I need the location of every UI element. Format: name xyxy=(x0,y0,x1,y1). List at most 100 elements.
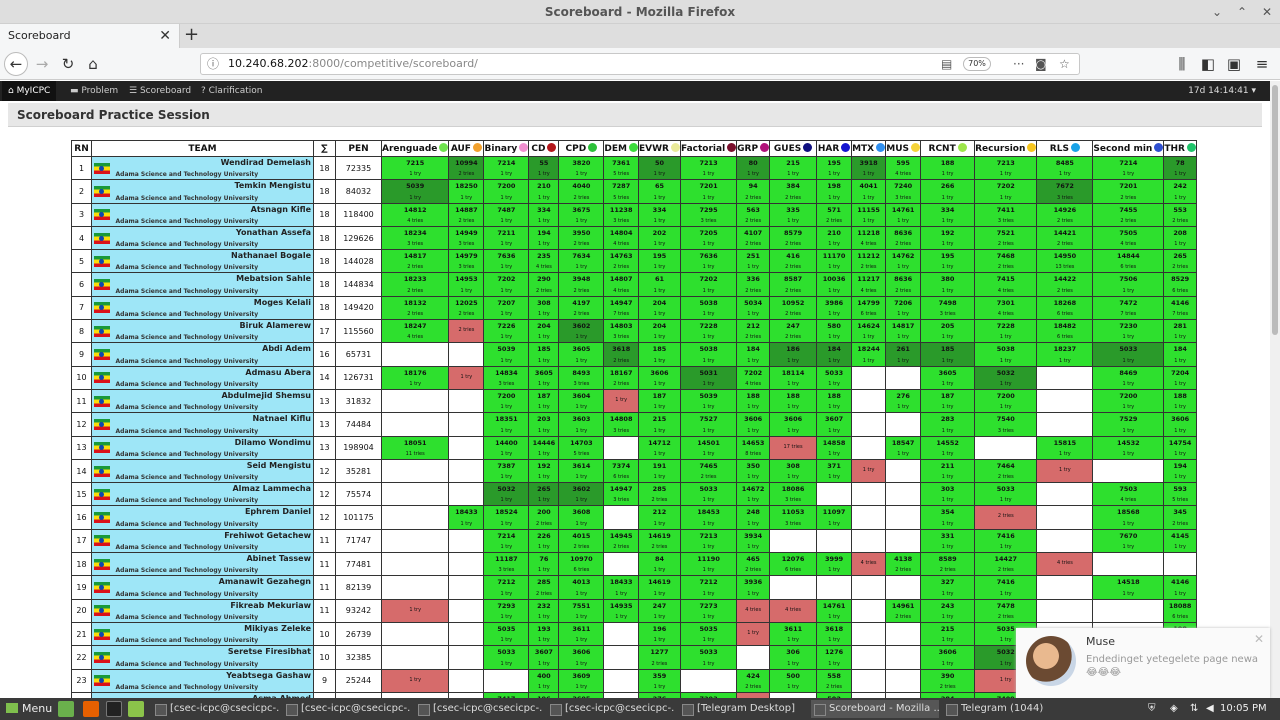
close-tab-icon[interactable]: ✕ xyxy=(159,24,171,48)
nav-scoreboard[interactable]: ☰ Scoreboard xyxy=(129,81,191,101)
team-cell[interactable]: Abinet Tassew Adama Science and Technolog… xyxy=(111,552,314,577)
taskbar-task[interactable]: [csec-icpc@csecicpc-... xyxy=(152,700,280,718)
hamburger-menu-icon[interactable]: ≡ xyxy=(1250,52,1274,76)
sidebar-icon[interactable]: ◧ xyxy=(1196,52,1220,76)
solve-time: 3986 xyxy=(825,298,844,307)
scrollbar-thumb[interactable] xyxy=(1272,85,1278,335)
team-cell[interactable]: Abdulmejid Shemsu Adama Science and Techn… xyxy=(111,388,314,414)
back-icon[interactable]: ← xyxy=(4,52,28,76)
penalty-cell: 77481 xyxy=(335,552,382,577)
home-icon[interactable]: ⌂ xyxy=(81,52,105,76)
header-problem[interactable]: HAR xyxy=(816,140,853,157)
url-bar[interactable]: ⓘ 10.240.68.202:8000/competitive/scorebo… xyxy=(200,53,1080,75)
attempt-count: 2 tries xyxy=(1120,194,1137,201)
team-cell[interactable]: Ephrem Daniel Adama Science and Technolog… xyxy=(111,505,314,530)
forward-icon[interactable]: → xyxy=(30,52,54,76)
solve-time: 187 xyxy=(940,391,955,400)
screenshot-icon[interactable]: ▣ xyxy=(1222,52,1246,76)
header-problem[interactable]: Second min xyxy=(1092,140,1165,157)
team-cell[interactable]: Moges Kelali Adama Science and Technology… xyxy=(111,295,314,321)
header-problem[interactable]: AUF xyxy=(448,140,485,157)
header-problem[interactable]: GRP xyxy=(736,140,771,157)
team-cell[interactable]: Amanawit Gezahegn Adama Science and Techn… xyxy=(111,575,314,600)
pocket-icon[interactable]: ◙ xyxy=(1035,54,1047,74)
close-notification-icon[interactable]: ✕ xyxy=(1254,632,1264,646)
team-cell[interactable]: Biruk Alamerew Adama Science and Technolo… xyxy=(111,319,314,344)
taskbar-task[interactable]: [Telegram Desktop] xyxy=(679,700,807,718)
attempt-count: 1 try xyxy=(575,427,588,434)
team-cell[interactable]: Admasu Abera Adama Science and Technology… xyxy=(111,365,314,390)
solve-time: 290 xyxy=(537,275,551,284)
solve-time: 7416 xyxy=(996,531,1015,540)
team-cell[interactable]: Yonathan Assefa Adama Science and Technol… xyxy=(111,225,314,251)
firefox-launcher-icon[interactable] xyxy=(83,701,99,717)
team-cell[interactable]: Wendirad Demelash Adama Science and Techn… xyxy=(111,155,314,181)
team-cell[interactable]: Seretse Firesibhat Adama Science and Tech… xyxy=(111,645,314,670)
solve-time: 18233 xyxy=(403,275,427,284)
volume-icon[interactable]: ◀ xyxy=(1206,698,1214,720)
header-problem[interactable]: Binary xyxy=(483,140,530,157)
reload-icon[interactable]: ↻ xyxy=(56,52,80,76)
header-problem[interactable]: Recursion xyxy=(974,140,1038,157)
tab-scoreboard[interactable]: Scoreboard ✕ xyxy=(0,24,180,48)
header-problem[interactable]: MTX xyxy=(851,140,887,157)
vertical-scrollbar[interactable] xyxy=(1270,81,1280,698)
solve-time: 7295 xyxy=(699,205,718,214)
info-icon[interactable]: ⓘ xyxy=(207,54,219,74)
header-problem[interactable]: Factorial xyxy=(679,140,738,157)
close-window-icon[interactable]: ✕ xyxy=(1257,0,1277,24)
start-menu[interactable]: Menu xyxy=(6,698,52,720)
zoom-level[interactable]: 70% xyxy=(963,57,991,71)
team-cell[interactable]: Atsnagn Kifle Adama Science and Technolog… xyxy=(111,202,314,227)
bookmark-star-icon[interactable]: ☆ xyxy=(1059,54,1070,74)
problem-cell: 7505 4 tries xyxy=(1092,225,1165,251)
new-tab-icon[interactable]: + xyxy=(184,24,199,46)
team-cell[interactable]: Nathanael Bogale Adama Science and Techno… xyxy=(111,249,314,274)
team-cell[interactable]: Dilamo Wondimu Adama Science and Technolo… xyxy=(111,435,314,460)
attempt-count: 2 tries xyxy=(573,287,590,294)
library-icon[interactable]: ⫼ xyxy=(1170,52,1194,76)
chevron-down-icon[interactable]: ▾ xyxy=(1251,86,1256,96)
show-desktop-icon[interactable] xyxy=(58,701,74,717)
reader-view-icon[interactable]: ▤ xyxy=(941,54,952,74)
terminal-launcher-icon[interactable] xyxy=(106,701,122,717)
taskbar-task[interactable]: Scoreboard - Mozilla ... xyxy=(811,700,939,718)
team-cell[interactable]: Fikreab Mekuriaw Adama Science and Techno… xyxy=(111,598,314,623)
nav-problem[interactable]: ▬ Problem xyxy=(70,81,118,101)
header-problem[interactable]: CPD xyxy=(558,140,605,157)
team-cell[interactable]: Mikiyas Zeleke Adama Science and Technolo… xyxy=(111,621,314,647)
nav-clarification[interactable]: ? Clarification xyxy=(201,81,263,101)
header-problem[interactable]: RLS xyxy=(1036,140,1094,157)
taskbar-task[interactable]: [csec-icpc@csecicpc-... xyxy=(547,700,675,718)
team-cell[interactable]: Yeabtsega Gashaw Adama Science and Techno… xyxy=(111,668,314,693)
taskbar-task[interactable]: Telegram (1044) xyxy=(943,700,1071,718)
maximize-icon[interactable]: ⌃ xyxy=(1232,0,1252,24)
problem-cell xyxy=(1092,458,1165,484)
header-problem[interactable]: THR xyxy=(1163,140,1197,157)
team-cell[interactable]: Abdi Adem Adama Science and Technology Un… xyxy=(111,342,314,367)
taskbar-task[interactable]: [csec-icpc@csecicpc-... xyxy=(415,700,543,718)
problem-cell xyxy=(603,505,639,530)
header-problem[interactable]: MUS xyxy=(885,140,922,157)
header-problem[interactable]: DEM xyxy=(603,140,639,157)
team-cell[interactable]: Seid Mengistu Adama Science and Technolog… xyxy=(111,458,314,484)
taskbar-task[interactable]: [csec-icpc@csecicpc-... xyxy=(283,700,411,718)
page-actions-icon[interactable]: ··· xyxy=(1013,54,1024,74)
updates-icon[interactable]: ⛨ xyxy=(1148,698,1156,720)
team-cell[interactable]: Mebatsion Sahle Adama Science and Technol… xyxy=(111,272,314,297)
network-icon[interactable]: ⇅ xyxy=(1190,698,1198,720)
team-cell[interactable]: Temkin Mengistu Adama Science and Technol… xyxy=(111,179,314,204)
team-cell[interactable]: Natnael Kiflu Adama Science and Technolog… xyxy=(111,412,314,437)
header-problem[interactable]: GUES xyxy=(769,140,818,157)
header-problem[interactable]: CD xyxy=(528,140,560,157)
nav-brand[interactable]: ⌂ MyICPC xyxy=(2,81,57,101)
shield-icon[interactable]: ◈ xyxy=(1170,698,1178,720)
header-problem[interactable]: Arenguade xyxy=(380,140,450,157)
header-problem[interactable]: EVWR xyxy=(637,140,681,157)
team-cell[interactable]: Frehiwot Getachew Adama Science and Techn… xyxy=(111,528,314,554)
minimize-icon[interactable]: ⌄ xyxy=(1207,0,1227,24)
files-launcher-icon[interactable] xyxy=(128,701,144,717)
team-cell[interactable]: Almaz Lammecha Adama Science and Technolo… xyxy=(111,482,314,507)
header-problem[interactable]: RCNT xyxy=(920,140,976,157)
notification-popup[interactable]: Muse Endedinget yetegelete page newa 😂😂😂 … xyxy=(1016,628,1270,698)
